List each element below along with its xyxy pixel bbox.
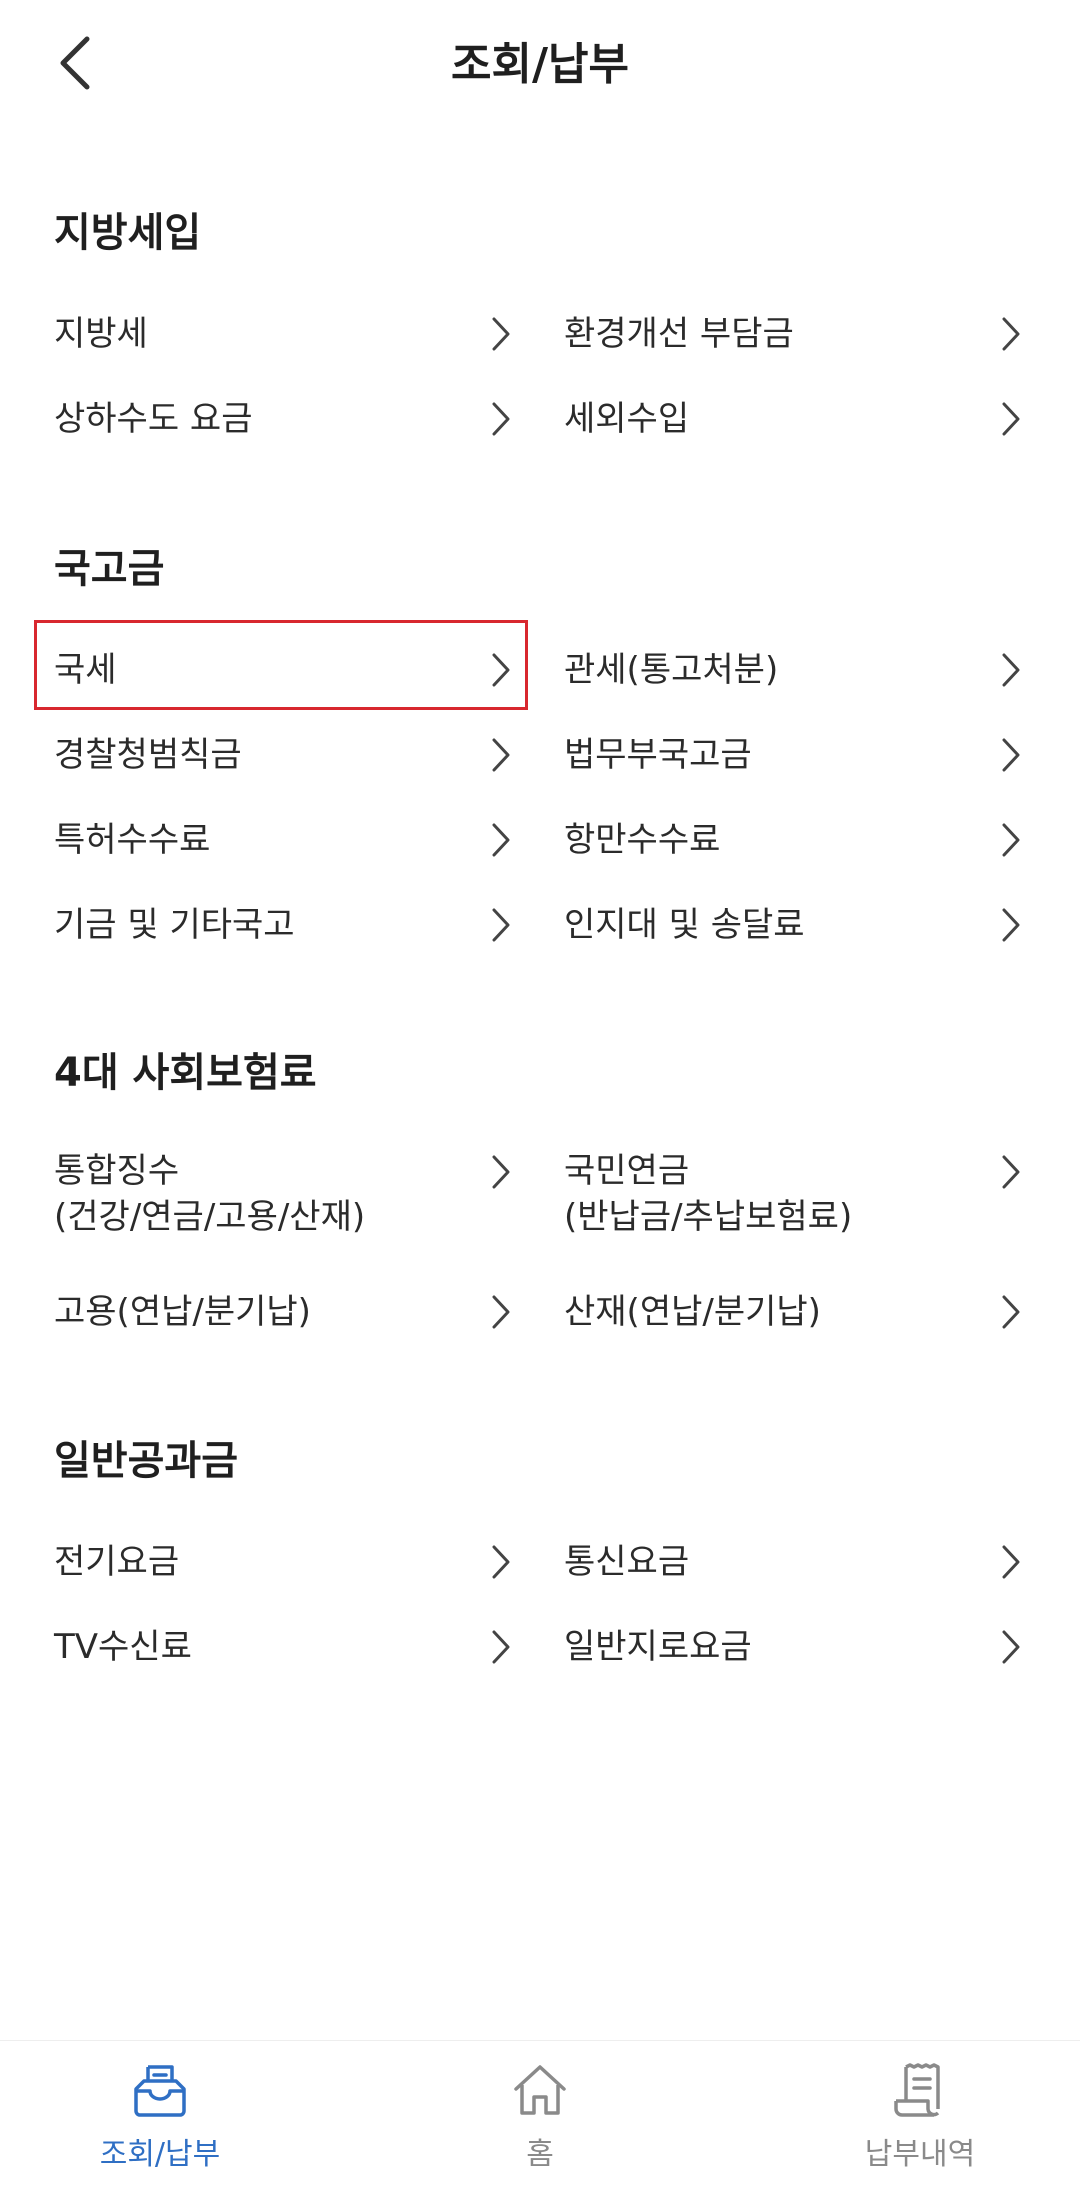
tab-label: 홈 <box>526 2137 554 2172</box>
chevron-right-icon <box>998 820 1024 860</box>
back-button[interactable] <box>48 28 100 98</box>
menu-item-label: 환경개선 부담금 <box>564 314 794 354</box>
menu-item-label: 전기요금 <box>54 1542 180 1582</box>
menu-item-label: 통합징수 (건강/연금/고용/산재) <box>54 1151 366 1237</box>
menu-item-local-tax[interactable]: 지방세 <box>54 292 514 376</box>
chevron-right-icon <box>488 1152 514 1192</box>
chevron-right-icon <box>998 1152 1024 1192</box>
menu-item-label: 국민연금 (반납금/추납보험료) <box>564 1151 853 1237</box>
chevron-right-icon <box>488 820 514 860</box>
menu-item-water-fee[interactable]: 상하수도 요금 <box>54 377 514 461</box>
chevron-right-icon <box>998 314 1024 354</box>
menu-item-general-giro[interactable]: 일반지로요금 <box>564 1605 1024 1689</box>
menu-item-integrated-collection[interactable]: 통합징수 (건강/연금/고용/산재) <box>54 1148 514 1258</box>
section-title-social-insurance: 4대 사회보험료 <box>54 1050 317 1096</box>
menu-item-police-fine[interactable]: 경찰청범칙금 <box>54 713 514 797</box>
receipt-icon <box>894 2063 940 2117</box>
page-title: 조회/납부 <box>451 39 629 90</box>
section-title-national-treasury: 국고금 <box>54 546 165 592</box>
menu-item-label: 일반지로요금 <box>564 1627 752 1667</box>
menu-item-environment-charge[interactable]: 환경개선 부담금 <box>564 292 1024 376</box>
menu-item-industrial-accident-insurance[interactable]: 산재(연납/분기납) <box>564 1270 1024 1354</box>
chevron-right-icon <box>488 905 514 945</box>
menu-item-label: 상하수도 요금 <box>54 399 253 439</box>
chevron-right-icon <box>998 905 1024 945</box>
menu-item-label: 통신요금 <box>564 1542 690 1582</box>
menu-item-label: 경찰청범칙금 <box>54 735 242 775</box>
chevron-right-icon <box>998 1627 1024 1667</box>
chevron-right-icon <box>488 1292 514 1332</box>
chevron-right-icon <box>998 399 1024 439</box>
menu-item-label: 고용(연납/분기납) <box>54 1292 311 1332</box>
header: 조회/납부 <box>0 0 1080 130</box>
menu-item-patent-fee[interactable]: 특허수수료 <box>54 798 514 882</box>
chevron-right-icon <box>488 1627 514 1667</box>
chevron-right-icon <box>488 314 514 354</box>
menu-item-label: 세외수입 <box>564 399 690 439</box>
menu-item-label: 국세 <box>54 650 117 690</box>
menu-item-tv-license-fee[interactable]: TV수신료 <box>54 1605 514 1689</box>
menu-item-label: 인지대 및 송달료 <box>564 905 805 945</box>
chevron-right-icon <box>998 1292 1024 1332</box>
menu-item-port-fee[interactable]: 항만수수료 <box>564 798 1024 882</box>
menu-item-electricity-bill[interactable]: 전기요금 <box>54 1520 514 1604</box>
bottom-tab-bar: 조회/납부 홈 납부내역 <box>0 2040 1080 2186</box>
tab-label: 납부내역 <box>864 2137 976 2172</box>
chevron-right-icon <box>998 1542 1024 1582</box>
chevron-right-icon <box>488 1542 514 1582</box>
menu-item-label: 법무부국고금 <box>564 735 752 775</box>
menu-item-justice-treasury[interactable]: 법무부국고금 <box>564 713 1024 797</box>
section-title-utility-bills: 일반공과금 <box>54 1438 238 1484</box>
tab-inquiry-payment[interactable]: 조회/납부 <box>30 2041 290 2186</box>
menu-item-label: TV수신료 <box>54 1627 192 1667</box>
chevron-right-icon <box>998 735 1024 775</box>
menu-item-employment-insurance[interactable]: 고용(연납/분기납) <box>54 1270 514 1354</box>
menu-item-label: 항만수수료 <box>564 820 721 860</box>
menu-item-fund-other[interactable]: 기금 및 기타국고 <box>54 883 514 967</box>
menu-item-label: 관세(통고처분) <box>564 650 779 690</box>
tab-home[interactable]: 홈 <box>410 2041 670 2186</box>
inbox-icon <box>134 2065 186 2117</box>
menu-item-non-tax-revenue[interactable]: 세외수입 <box>564 377 1024 461</box>
chevron-right-icon <box>488 735 514 775</box>
menu-item-label: 기금 및 기타국고 <box>54 905 295 945</box>
menu-item-telecom-bill[interactable]: 통신요금 <box>564 1520 1024 1604</box>
menu-item-label: 지방세 <box>54 314 148 354</box>
menu-item-label: 특허수수료 <box>54 820 211 860</box>
chevron-right-icon <box>488 650 514 690</box>
menu-item-label: 산재(연납/분기납) <box>564 1292 821 1332</box>
section-title-local-tax: 지방세입 <box>54 210 202 256</box>
menu-item-stamp-delivery-fee[interactable]: 인지대 및 송달료 <box>564 883 1024 967</box>
tab-label: 조회/납부 <box>99 2137 221 2172</box>
menu-item-customs[interactable]: 관세(통고처분) <box>564 628 1024 712</box>
chevron-left-icon <box>60 36 90 90</box>
tab-payment-history[interactable]: 납부내역 <box>790 2041 1050 2186</box>
chevron-right-icon <box>998 650 1024 690</box>
menu-item-national-tax[interactable]: 국세 <box>54 628 514 712</box>
home-icon <box>514 2065 566 2115</box>
menu-item-national-pension[interactable]: 국민연금 (반납금/추납보험료) <box>564 1148 1024 1258</box>
chevron-right-icon <box>488 399 514 439</box>
